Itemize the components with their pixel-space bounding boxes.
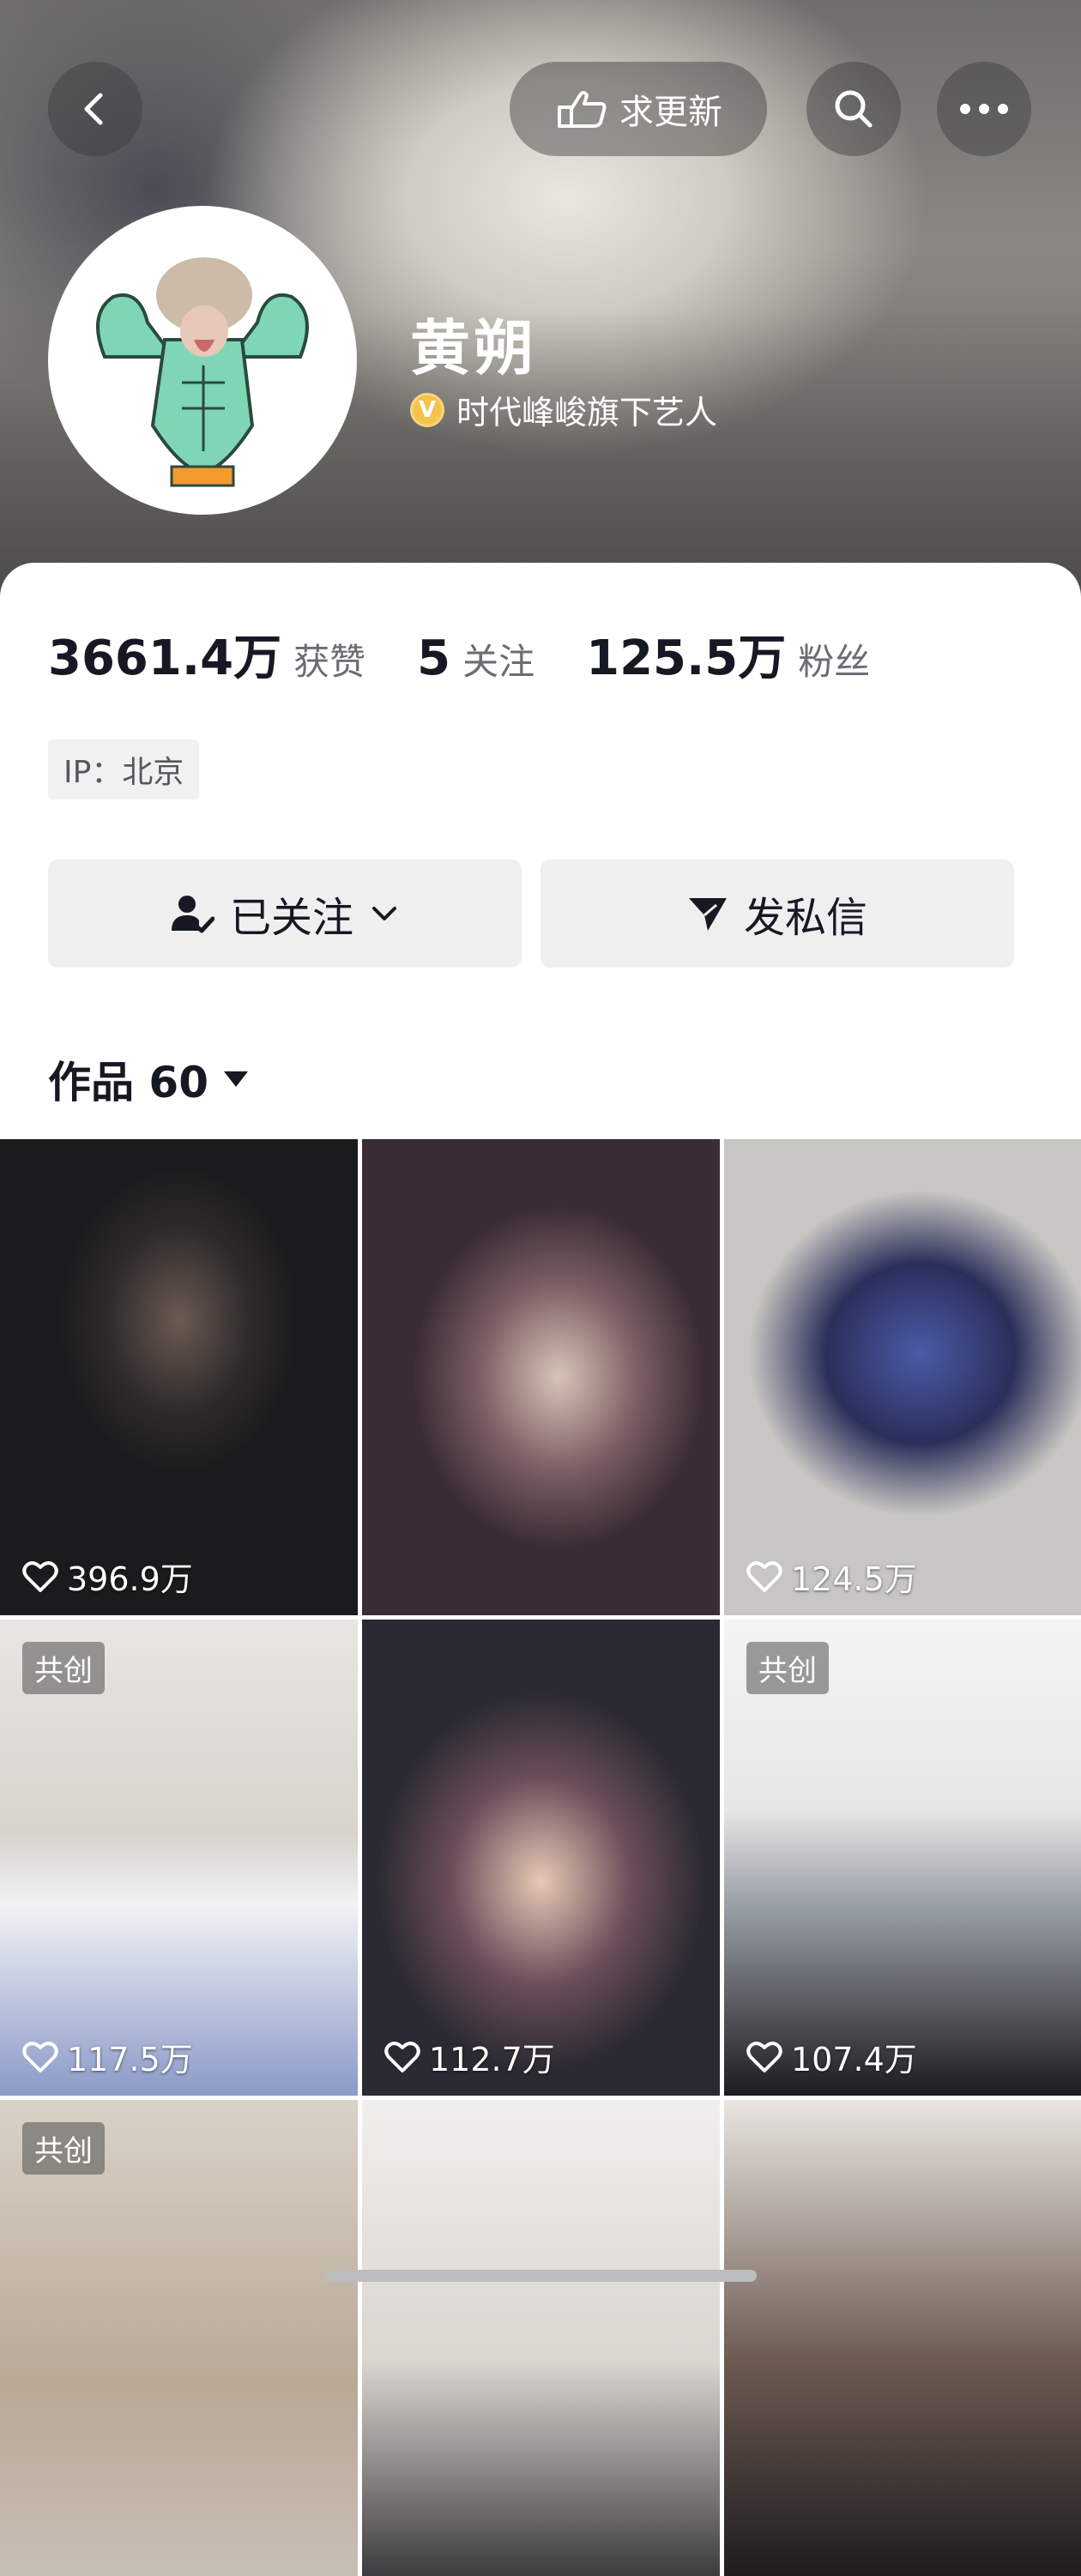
like-count: 117.5万 — [22, 2033, 193, 2080]
user-check-icon — [171, 896, 214, 933]
following-label[interactable]: 关注 — [462, 633, 534, 685]
back-button[interactable] — [48, 62, 142, 156]
send-icon — [688, 898, 727, 931]
followed-button[interactable]: 已关注 — [48, 860, 522, 968]
video-tile[interactable] — [362, 2100, 720, 2576]
verification-text: 时代峰峻旗下艺人 — [456, 394, 718, 431]
video-tile[interactable]: 124.5万 — [724, 1139, 1081, 1615]
followers-count[interactable]: 125.5万 — [586, 619, 786, 689]
heart-outline-icon — [22, 1560, 58, 1592]
muscle-avatar-illustration — [53, 211, 352, 510]
video-tile[interactable]: 共创 107.4万 — [724, 1620, 1081, 2096]
likes-label: 获赞 — [293, 641, 366, 683]
heart-outline-icon — [384, 2041, 420, 2072]
profile-name: 黄朔 — [410, 313, 537, 383]
like-count: 112.7万 — [384, 2033, 555, 2080]
video-tile[interactable]: 112.7万 — [362, 1620, 720, 2096]
ip-location-tag: IP：北京 — [48, 739, 200, 799]
chevron-down-icon — [372, 907, 396, 920]
search-button[interactable] — [806, 62, 901, 156]
works-title: 作品 60 — [48, 1058, 208, 1107]
profile-header: 求更新 黄朔 V 时代峰峻旗下艺人 — [0, 0, 1081, 618]
like-count: 396.9万 — [22, 1553, 193, 1600]
co-creation-badge: 共创 — [746, 1642, 829, 1694]
avatar[interactable] — [48, 206, 357, 515]
video-tile[interactable] — [724, 2100, 1081, 2576]
heart-outline-icon — [746, 1560, 782, 1592]
co-creation-badge: 共创 — [22, 2122, 105, 2175]
followers-label[interactable]: 粉丝 — [798, 633, 870, 685]
followed-label: 已关注 — [229, 894, 353, 942]
caret-down-icon — [224, 1071, 248, 1087]
heart-outline-icon — [746, 2041, 782, 2072]
more-dots-icon — [960, 104, 1008, 114]
works-grid: 396.9万 124.5万 共创 117.5万 112.7万 共创 107.4万… — [0, 1139, 1081, 2576]
video-tile[interactable]: 396.9万 — [0, 1139, 358, 1615]
like-count-text: 112.7万 — [429, 2041, 555, 2078]
home-indicator — [324, 2270, 757, 2282]
verification-row: V 时代峰峻旗下艺人 — [410, 386, 717, 433]
works-tab[interactable]: 作品 60 — [48, 1048, 250, 1110]
send-message-button[interactable]: 发私信 — [540, 860, 1014, 968]
like-count: 124.5万 — [746, 1553, 917, 1600]
like-count: 107.4万 — [746, 2033, 917, 2080]
co-creation-badge: 共创 — [22, 1642, 105, 1694]
likes-count: 3661.4万 — [48, 630, 282, 686]
video-tile[interactable]: 共创 117.5万 — [0, 1620, 358, 2096]
search-icon — [835, 90, 873, 128]
stats-row: 3661.4万 获赞 5 关注 125.5万 粉丝 — [48, 619, 921, 689]
like-count-text: 396.9万 — [67, 1560, 193, 1598]
following-count[interactable]: 5 — [417, 630, 450, 686]
request-update-button[interactable]: 求更新 — [510, 62, 767, 156]
like-count-text: 117.5万 — [67, 2041, 193, 2078]
pointing-hand-icon — [558, 91, 607, 128]
verified-badge-icon: V — [410, 392, 444, 427]
back-arrow-icon — [84, 93, 103, 125]
heart-outline-icon — [22, 2041, 58, 2072]
request-update-label: 求更新 — [619, 93, 722, 132]
like-count-text: 107.4万 — [791, 2041, 917, 2078]
send-message-label: 发私信 — [743, 894, 867, 942]
more-button[interactable] — [937, 62, 1031, 156]
video-tile[interactable]: 共创 — [0, 2100, 358, 2576]
like-count-text: 124.5万 — [791, 1560, 917, 1598]
video-tile[interactable] — [362, 1139, 720, 1615]
